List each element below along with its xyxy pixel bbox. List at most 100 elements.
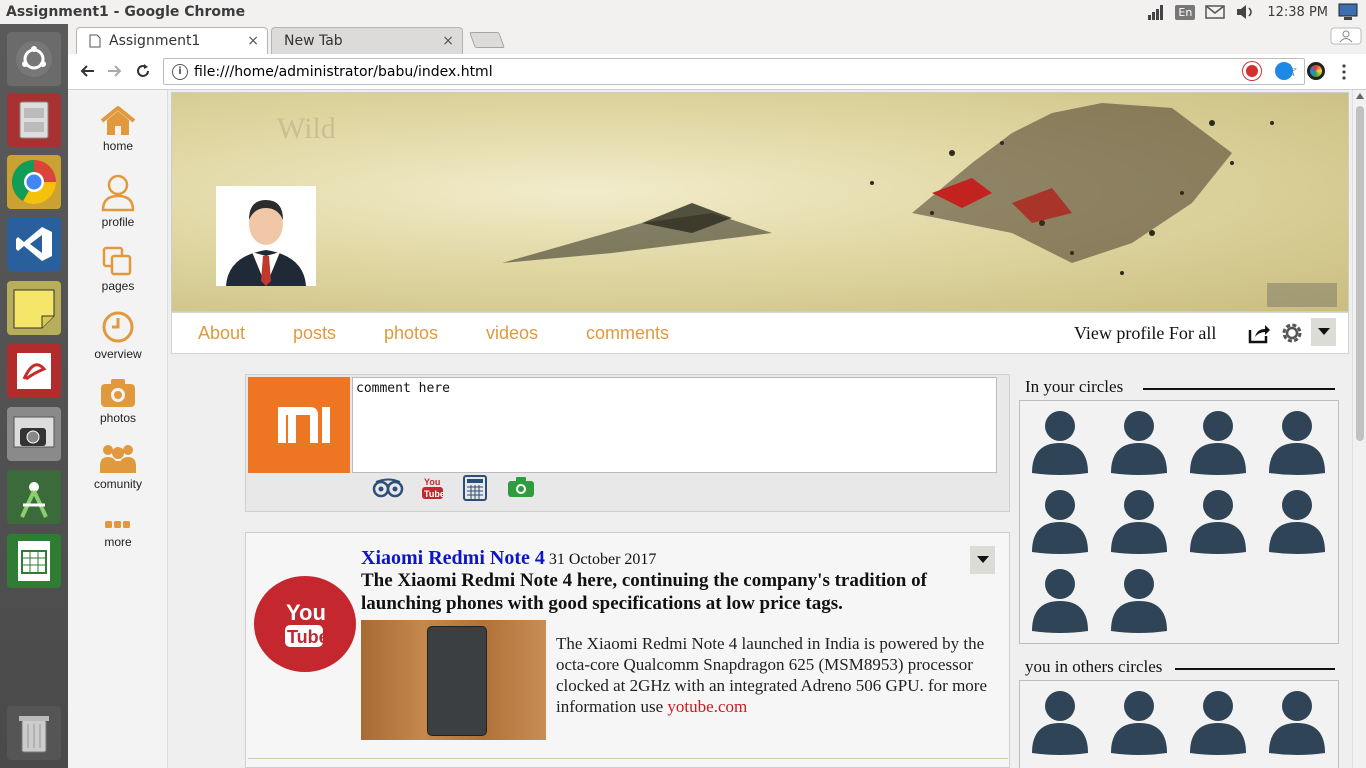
youtube-logo-text-top: You xyxy=(286,600,326,625)
vscode-icon[interactable] xyxy=(7,217,61,271)
volume-icon[interactable] xyxy=(1235,4,1257,20)
businessman-avatar-image xyxy=(226,200,306,286)
circle-member-avatar-icon[interactable] xyxy=(1031,409,1089,479)
post-date: 31 October 2017 xyxy=(548,551,657,568)
menu-link-posts[interactable]: posts xyxy=(293,323,336,344)
profile-avatar[interactable] xyxy=(216,186,316,286)
back-icon[interactable] xyxy=(79,63,95,79)
menu-kebab-icon[interactable] xyxy=(1342,64,1346,80)
divider xyxy=(1175,668,1335,670)
search-extension-icon[interactable] xyxy=(1275,62,1293,80)
address-bar[interactable]: i file:///home/administrator/babu/index.… xyxy=(163,58,1305,85)
comment-composer: comment here You Tube xyxy=(245,374,1010,512)
circle-member-avatar-icon[interactable] xyxy=(1031,488,1089,558)
close-tab-icon[interactable]: × xyxy=(247,33,259,49)
system-tray: En 12:38 PM xyxy=(1147,0,1358,24)
scroll-up-icon[interactable] xyxy=(1356,93,1364,99)
tab-assignment1[interactable]: Assignment1 × xyxy=(76,27,268,54)
menu-link-photos[interactable]: photos xyxy=(384,323,438,344)
chrome-icon[interactable] xyxy=(7,155,61,209)
window-title: Assignment1 - Google Chrome xyxy=(6,4,246,20)
close-tab-icon[interactable]: × xyxy=(442,33,454,49)
vertical-scrollbar[interactable] xyxy=(1352,90,1366,768)
keyboard-layout-indicator[interactable]: En xyxy=(1175,4,1196,20)
post-image xyxy=(361,620,546,740)
circle-member-avatar-icon[interactable] xyxy=(1268,689,1326,759)
opera-extension-icon[interactable] xyxy=(1243,62,1261,80)
reload-icon[interactable] xyxy=(135,63,151,79)
tab-strip: Assignment1 × New Tab × xyxy=(68,24,1366,54)
ubuntu-launcher xyxy=(0,24,68,768)
left-nav: home profile pages overview photos comun… xyxy=(68,90,168,768)
spreadsheet-icon[interactable] xyxy=(7,534,61,588)
clock[interactable]: 12:38 PM xyxy=(1267,5,1328,20)
nav-item-photos[interactable]: photos xyxy=(68,378,168,425)
circle-member-avatar-icon[interactable] xyxy=(1268,409,1326,479)
post-options-chevron-icon[interactable] xyxy=(970,546,995,574)
color-picker-extension-icon[interactable] xyxy=(1307,62,1325,80)
in-your-circles-heading: In your circles xyxy=(1025,377,1124,396)
tripadvisor-icon[interactable] xyxy=(372,478,404,498)
circle-member-avatar-icon[interactable] xyxy=(1268,488,1326,558)
nav-item-pages[interactable]: pages xyxy=(68,246,168,293)
tab-label: Assignment1 xyxy=(109,33,201,49)
menu-link-comments[interactable]: comments xyxy=(586,323,669,344)
camera-upload-icon[interactable] xyxy=(507,476,535,498)
files-icon[interactable] xyxy=(7,93,61,147)
info-icon[interactable]: i xyxy=(172,63,188,80)
circle-member-avatar-icon[interactable] xyxy=(1110,409,1168,479)
comment-textarea[interactable]: comment here xyxy=(352,377,997,473)
chevron-down-icon[interactable] xyxy=(1311,318,1336,346)
circle-member-avatar-icon[interactable] xyxy=(1031,567,1089,637)
nav-item-home[interactable]: home xyxy=(68,106,168,153)
in-others-circles-heading: you in others circles xyxy=(1025,657,1163,676)
ubuntu-dash-icon[interactable] xyxy=(7,32,61,86)
post-headline: The Xiaomi Redmi Note 4 here, continuing… xyxy=(361,570,927,614)
cover-banner: Wild xyxy=(171,92,1349,312)
circle-member-avatar-icon[interactable] xyxy=(1189,488,1247,558)
screenshot-icon[interactable] xyxy=(7,407,61,461)
pdf-viewer-icon[interactable] xyxy=(7,344,61,398)
circle-member-avatar-icon[interactable] xyxy=(1189,689,1247,759)
circle-member-avatar-icon[interactable] xyxy=(1031,689,1089,759)
tab-new-tab[interactable]: New Tab × xyxy=(271,27,463,54)
url-text[interactable]: file:///home/administrator/babu/index.ht… xyxy=(194,64,493,80)
system-settings-icon[interactable] xyxy=(1338,3,1358,21)
post-link[interactable]: yotube.com xyxy=(667,697,747,716)
youtube-icon[interactable]: You Tube xyxy=(422,475,444,501)
youtube-logo-text-bottom: Tube xyxy=(287,627,329,647)
scrollbar-thumb[interactable] xyxy=(1356,106,1364,441)
android-studio-icon[interactable] xyxy=(7,470,61,524)
circle-member-avatar-icon[interactable] xyxy=(1110,567,1168,637)
view-profile-link[interactable]: View profile For all xyxy=(1074,323,1216,344)
profile-icon[interactable] xyxy=(1330,27,1362,45)
divider xyxy=(1143,388,1335,390)
youtube-logo-icon: You Tube xyxy=(254,576,356,672)
trash-icon[interactable] xyxy=(7,706,61,760)
home-icon xyxy=(100,106,136,135)
mail-icon[interactable] xyxy=(1205,5,1226,19)
mi-logo-icon xyxy=(248,377,350,473)
network-icon[interactable] xyxy=(1147,4,1165,20)
circle-member-avatar-icon[interactable] xyxy=(1189,409,1247,479)
nav-item-profile[interactable]: profile xyxy=(68,174,168,229)
gear-icon[interactable] xyxy=(1280,321,1304,345)
post-header: Xiaomi Redmi Note 4 31 October 2017 xyxy=(361,547,656,570)
sticky-notes-icon[interactable] xyxy=(7,281,61,335)
nav-item-comunity[interactable]: comunity xyxy=(68,442,168,491)
nav-item-more[interactable]: more xyxy=(68,518,168,549)
menu-link-videos[interactable]: videos xyxy=(486,323,538,344)
nav-item-overview[interactable]: overview xyxy=(68,310,168,361)
share-icon[interactable] xyxy=(1247,322,1271,344)
menu-link-about[interactable]: About xyxy=(198,323,245,344)
document-icon xyxy=(89,34,101,48)
new-tab-button[interactable] xyxy=(469,32,505,48)
profile-menu-bar: About posts photos videos comments View … xyxy=(171,312,1349,354)
post-title-link[interactable]: Xiaomi Redmi Note 4 xyxy=(361,547,545,569)
circle-member-avatar-icon[interactable] xyxy=(1110,689,1168,759)
calculator-icon[interactable] xyxy=(463,475,487,501)
camera-icon xyxy=(101,379,135,407)
community-icon xyxy=(100,445,136,473)
circle-member-avatar-icon[interactable] xyxy=(1110,488,1168,558)
forward-icon[interactable] xyxy=(107,63,123,79)
